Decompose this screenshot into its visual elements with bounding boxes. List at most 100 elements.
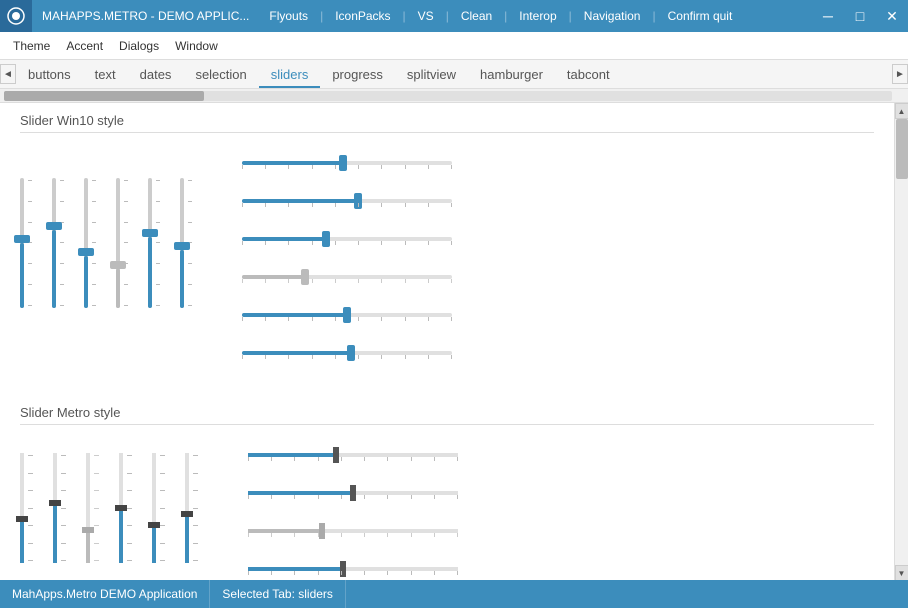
v-thumb-3[interactable]: [78, 248, 94, 256]
menu-theme[interactable]: Theme: [5, 35, 58, 57]
tab-selection[interactable]: selection: [183, 63, 258, 88]
menu-window[interactable]: Window: [167, 35, 226, 57]
app-icon: [0, 0, 32, 32]
win10-section: Slider Win10 style: [20, 113, 874, 385]
nav-interop[interactable]: Interop: [509, 0, 566, 32]
nav-flyouts[interactable]: Flyouts: [259, 0, 318, 32]
metro-v-slider-4[interactable]: [119, 453, 132, 581]
tab-text[interactable]: text: [83, 63, 128, 88]
h-slider-win10-5[interactable]: [242, 303, 452, 327]
nav-clean[interactable]: Clean: [451, 0, 502, 32]
h-slider-win10-6[interactable]: [242, 341, 452, 365]
v-slider-3[interactable]: [84, 178, 96, 338]
nav-navigation[interactable]: Navigation: [574, 0, 651, 32]
win10-vertical-sliders: [20, 151, 192, 365]
metro-vertical-sliders: [20, 443, 198, 581]
v-thumb-4[interactable]: [110, 261, 126, 269]
metro-horizontal-sliders: [218, 443, 458, 581]
v-fill-1: [20, 243, 24, 308]
title-bar: MAHAPPS.METRO - DEMO APPLIC... Flyouts |…: [0, 0, 908, 32]
menu-dialogs[interactable]: Dialogs: [111, 35, 167, 57]
h-slider-metro-1[interactable]: [248, 443, 458, 467]
v-fill-2: [52, 230, 56, 308]
hscroll-thumb[interactable]: [4, 91, 204, 101]
main-content: Slider Win10 style: [0, 103, 894, 581]
v-thumb-2[interactable]: [46, 222, 62, 230]
metro-v-slider-5[interactable]: [152, 453, 165, 581]
nav-confirm-quit[interactable]: Confirm quit: [658, 0, 743, 32]
nav-sep4: |: [502, 0, 509, 32]
win10-horizontal-sliders: [212, 151, 452, 365]
v-track-5: [148, 178, 152, 308]
metro-v-slider-6[interactable]: [185, 453, 198, 581]
v-slider-6[interactable]: [180, 178, 192, 338]
nav-sep2: |: [401, 0, 408, 32]
nav-iconpacks[interactable]: IconPacks: [325, 0, 400, 32]
tab-hamburger[interactable]: hamburger: [468, 63, 555, 88]
v-thumb-1[interactable]: [14, 235, 30, 243]
window-controls: ─ □ ✕: [812, 0, 908, 32]
maximize-button[interactable]: □: [844, 0, 876, 32]
tab-tabcont[interactable]: tabcont: [555, 63, 622, 88]
scroll-down-button[interactable]: ▼: [895, 565, 908, 581]
tab-strip-wrapper: ◄ buttons text dates selection sliders p…: [0, 60, 908, 89]
metro-v-slider-1[interactable]: [20, 453, 33, 581]
h-slider-metro-3[interactable]: [248, 519, 458, 543]
vscroll-track: [895, 119, 908, 565]
status-selected-tab: Selected Tab: sliders: [210, 580, 346, 608]
nav-sep5: |: [567, 0, 574, 32]
tab-buttons[interactable]: buttons: [16, 63, 83, 88]
v-track-2: [52, 178, 56, 308]
close-button[interactable]: ✕: [876, 0, 908, 32]
tab-progress[interactable]: progress: [320, 63, 395, 88]
title-nav: Flyouts | IconPacks | VS | Clean | Inter…: [259, 0, 812, 32]
metro-section: Slider Metro style: [20, 405, 874, 581]
tab-scroll-left[interactable]: ◄: [0, 64, 16, 84]
h-slider-win10-2[interactable]: [242, 189, 452, 213]
h-slider-win10-4[interactable]: [242, 265, 452, 289]
metro-sliders-container: [20, 433, 874, 581]
menu-accent[interactable]: Accent: [58, 35, 111, 57]
v-fill-6: [180, 250, 184, 309]
v-track-3: [84, 178, 88, 308]
win10-section-title: Slider Win10 style: [20, 113, 874, 133]
window-title: MAHAPPS.METRO - DEMO APPLIC...: [32, 9, 259, 23]
nav-sep6: |: [650, 0, 657, 32]
h-slider-metro-2[interactable]: [248, 481, 458, 505]
hscroll-track[interactable]: [4, 91, 892, 101]
minimize-button[interactable]: ─: [812, 0, 844, 32]
v-thumb-6[interactable]: [174, 242, 190, 250]
v-fill-4: [116, 269, 120, 308]
nav-sep1: |: [318, 0, 325, 32]
h-slider-metro-4[interactable]: [248, 557, 458, 581]
right-scrollbar: ▲ ▼: [894, 103, 908, 581]
win10-sliders-container: [20, 141, 874, 385]
v-slider-4[interactable]: [116, 178, 128, 338]
metro-v-slider-3[interactable]: [86, 453, 99, 581]
v-slider-1[interactable]: [20, 178, 32, 338]
metro-v-slider-2[interactable]: [53, 453, 66, 581]
scroll-up-button[interactable]: ▲: [895, 103, 908, 119]
status-app-name: MahApps.Metro DEMO Application: [0, 580, 210, 608]
v-slider-2[interactable]: [52, 178, 64, 338]
tab-scroll-right[interactable]: ►: [892, 64, 908, 84]
menu-bar: Theme Accent Dialogs Window: [0, 32, 908, 60]
v-track-4: [116, 178, 120, 308]
tab-strip: buttons text dates selection sliders pro…: [0, 60, 908, 88]
status-bar: MahApps.Metro DEMO Application Selected …: [0, 580, 908, 608]
h-slider-win10-1[interactable]: [242, 151, 452, 175]
v-fill-5: [148, 237, 152, 309]
v-track-6: [180, 178, 184, 308]
v-thumb-5[interactable]: [142, 229, 158, 237]
metro-section-title: Slider Metro style: [20, 405, 874, 425]
horizontal-scrollbar[interactable]: [0, 89, 908, 103]
tab-dates[interactable]: dates: [128, 63, 184, 88]
v-slider-5[interactable]: [148, 178, 160, 338]
nav-sep3: |: [444, 0, 451, 32]
vscroll-thumb[interactable]: [896, 119, 908, 179]
v-fill-3: [84, 256, 88, 308]
tab-splitview[interactable]: splitview: [395, 63, 468, 88]
tab-sliders[interactable]: sliders: [259, 63, 321, 88]
h-slider-win10-3[interactable]: [242, 227, 452, 251]
nav-vs[interactable]: VS: [408, 0, 444, 32]
